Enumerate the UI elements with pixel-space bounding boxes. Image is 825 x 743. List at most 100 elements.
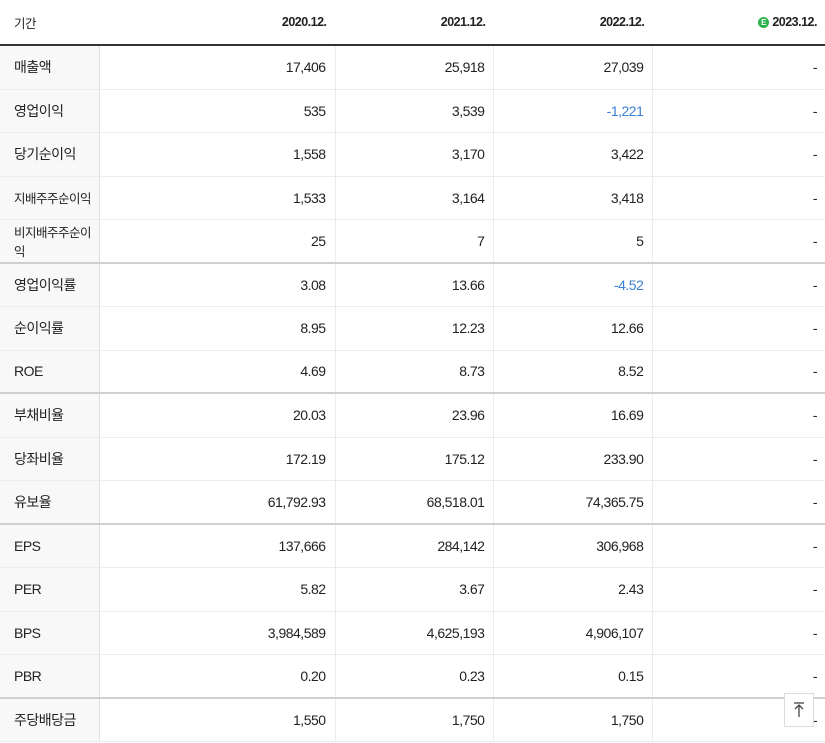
table-row: 당기순이익 1,558 3,170 3,422 - — [0, 133, 825, 177]
value-cell: - — [812, 537, 818, 554]
value-cell: - — [812, 320, 818, 337]
table-row: PBR 0.20 0.23 0.15 - — [0, 655, 825, 699]
value-cell: 8.95 — [100, 307, 336, 350]
table-row: 주당배당금 1,550 1,750 1,750- — [0, 698, 825, 742]
row-label: PBR — [0, 655, 101, 697]
row-label: 영업이익 — [0, 89, 101, 132]
value-cell: - — [812, 667, 818, 684]
table-row: 영업이익률 3.08 13.66 -4.52 - — [0, 263, 825, 307]
value-cell: 0.23 — [336, 655, 495, 697]
row-label: ROE — [0, 350, 101, 392]
table-row: 지배주주순이익 1,533 3,164 3,418 - — [0, 176, 825, 220]
table-row: 비지배주주순이익 25 7 5 - — [0, 220, 825, 264]
value-cell: - — [812, 450, 818, 467]
value-cell: -4.52 — [494, 263, 654, 306]
value-cell: - — [812, 189, 818, 206]
value-cell: 1,750 — [336, 698, 495, 741]
value-cell: - — [812, 102, 818, 119]
row-label: 영업이익률 — [0, 263, 101, 306]
row-label: 매출액 — [0, 46, 101, 89]
value-cell: 25 — [100, 220, 336, 262]
row-label: 부채비율 — [0, 394, 101, 437]
value-cell: 12.66 — [494, 307, 654, 350]
value-cell: 3.08 — [100, 263, 336, 306]
row-label: EPS — [0, 524, 101, 567]
table-row: 유보율 61,792.93 68,518.01 74,365.75 - — [0, 481, 825, 525]
value-cell: 5.82 — [100, 568, 336, 611]
value-cell: - — [812, 59, 818, 76]
value-cell: - — [812, 146, 818, 163]
value-cell: 233.90 — [494, 437, 654, 480]
scroll-to-top-button[interactable] — [784, 693, 814, 727]
value-cell: 74,365.75 — [494, 481, 654, 523]
table-row: BPS 3,984,589 4,625,193 4,906,107 - — [0, 611, 825, 655]
arrow-up-to-top-icon — [794, 702, 804, 717]
row-label: 순이익률 — [0, 307, 101, 350]
row-label: 유보율 — [0, 481, 101, 523]
row-label: BPS — [0, 611, 101, 654]
value-cell: - — [812, 276, 818, 293]
value-cell: - — [812, 624, 818, 641]
value-cell: - — [812, 232, 818, 249]
period-header: 기간 — [0, 0, 101, 44]
value-cell: 23.96 — [336, 394, 495, 437]
value-cell: 61,792.93 — [100, 481, 336, 523]
table-row: 영업이익 535 3,539 -1,221 - — [0, 89, 825, 133]
value-cell: 68,518.01 — [336, 481, 495, 523]
row-label: 당좌비율 — [0, 437, 101, 480]
value-cell: 3.67 — [336, 568, 495, 611]
value-cell: 4.69 — [100, 350, 336, 392]
value-cell: 535 — [100, 89, 336, 132]
value-cell: 3,539 — [336, 89, 495, 132]
table-row: 순이익률 8.95 12.23 12.66 - — [0, 307, 825, 351]
row-label: PER — [0, 568, 101, 611]
table-row: PER 5.82 3.67 2.43 - — [0, 568, 825, 612]
value-cell: 3,418 — [494, 176, 654, 219]
value-cell: - — [812, 407, 818, 424]
value-cell: 17,406 — [100, 46, 336, 89]
financial-summary-table: 기간 2020.12. 2021.12. 2022.12. E 2023.12.… — [0, 0, 825, 742]
column-header-2023: E 2023.12. — [653, 0, 825, 44]
value-cell: 8.52 — [494, 350, 654, 392]
estimate-badge-icon: E — [758, 16, 770, 28]
value-cell: 2.43 — [494, 568, 654, 611]
row-label: 지배주주순이익 — [0, 176, 101, 219]
value-cell: 3,170 — [336, 133, 495, 176]
table-row: 매출액 17,406 25,918 27,039 - — [0, 46, 825, 90]
row-label: 당기순이익 — [0, 133, 101, 176]
value-cell: 1,533 — [100, 176, 336, 219]
value-cell: 137,666 — [100, 524, 336, 567]
value-cell: 3,422 — [494, 133, 654, 176]
value-cell: 175.12 — [336, 437, 495, 480]
value-cell: - — [812, 581, 818, 598]
value-cell: -1,221 — [494, 89, 654, 132]
column-header-2020: 2020.12. — [281, 15, 327, 29]
value-cell: 172.19 — [100, 437, 336, 480]
value-cell: 3,984,589 — [100, 611, 336, 654]
value-cell: 4,625,193 — [336, 611, 495, 654]
value-cell: 0.15 — [494, 655, 654, 697]
column-header-2023-label: 2023.12. — [772, 15, 817, 29]
value-cell: 16.69 — [494, 394, 654, 437]
value-cell: 1,558 — [100, 133, 336, 176]
value-cell: 1,750 — [494, 698, 654, 741]
column-header-2022: 2022.12. — [599, 15, 645, 29]
value-cell: 12.23 — [336, 307, 495, 350]
value-cell: 3,164 — [336, 176, 495, 219]
value-cell: 284,142 — [336, 524, 495, 567]
value-cell: 1,550 — [100, 698, 336, 741]
value-cell: 25,918 — [336, 46, 495, 89]
row-label: 비지배주주순이익 — [0, 220, 101, 262]
column-header-2021: 2021.12. — [440, 15, 486, 29]
table-row: EPS 137,666 284,142 306,968 - — [0, 524, 825, 568]
table-row: 부채비율 20.03 23.96 16.69 - — [0, 394, 825, 438]
value-cell: - — [812, 493, 818, 510]
value-cell: 27,039 — [494, 46, 654, 89]
value-cell: 8.73 — [336, 350, 495, 392]
table-header-row: 기간 2020.12. 2021.12. 2022.12. E 2023.12. — [0, 0, 825, 46]
value-cell: 13.66 — [336, 263, 495, 306]
value-cell: 0.20 — [100, 655, 336, 697]
value-cell: 306,968 — [494, 524, 654, 567]
table-row: ROE 4.69 8.73 8.52 - — [0, 350, 825, 394]
value-cell: 7 — [336, 220, 495, 262]
